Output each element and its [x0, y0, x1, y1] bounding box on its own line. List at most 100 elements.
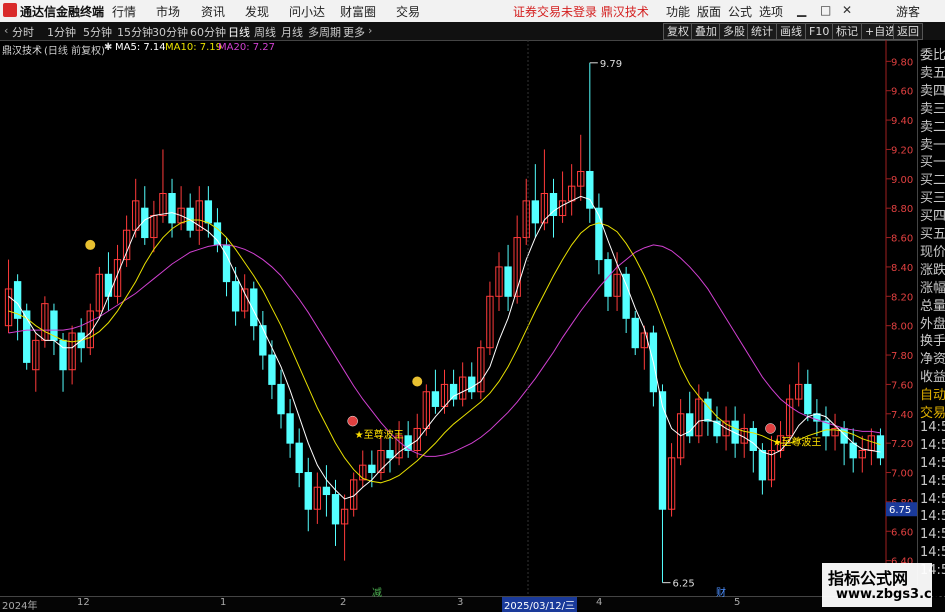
menu-layout[interactable]: 版面 — [697, 3, 721, 20]
candle-body — [277, 383, 285, 415]
side-panel-item: 涨幅 — [920, 280, 945, 296]
tab-1min[interactable]: 1分钟 — [47, 24, 76, 40]
menu-news[interactable]: 资讯 — [201, 3, 225, 20]
kline-chart[interactable]: 9.80 9.60 9.40 9.20 9.00 8.80 8.60 8.40 8.20 8.00… — [0, 40, 917, 596]
price-tick-label: 9.00 — [891, 175, 913, 186]
tab-5min[interactable]: 5分钟 — [83, 24, 112, 40]
settings-icon[interactable]: ✱ — [104, 42, 112, 53]
minimize-icon[interactable]: ▁ — [797, 3, 806, 17]
mark-button[interactable]: 标记 — [832, 23, 862, 40]
side-panel-item: 涨跌 — [920, 262, 945, 278]
chart-mode: (日线 前复权) — [44, 46, 105, 57]
tab-intraday[interactable]: 分时 — [12, 24, 34, 40]
current-price-label: 6.75 — [889, 505, 911, 516]
menu-options[interactable]: 选项 — [759, 3, 783, 20]
finance-mark: 财 — [716, 588, 726, 599]
date-label: 2024年 — [2, 601, 38, 612]
tab-daily[interactable]: 日线 — [228, 24, 250, 40]
menu-function[interactable]: 功能 — [666, 3, 690, 20]
adjust-button[interactable]: 复权 — [663, 23, 693, 40]
date-label: 5 — [734, 597, 741, 608]
money-bag-icon — [412, 376, 423, 387]
side-panel-item[interactable]: 自动 — [920, 384, 945, 403]
login-notice[interactable]: 证券交易未登录 鼎汉技术 — [513, 3, 649, 20]
tab-multi-period[interactable]: 多周期 — [308, 24, 341, 40]
price-tick-label: 8.80 — [891, 204, 913, 215]
price-tick-label: 9.80 — [891, 57, 913, 68]
tab-more[interactable]: 更多 — [343, 24, 365, 40]
candle-body — [749, 427, 757, 451]
f10-button[interactable]: F10 — [805, 23, 834, 40]
side-panel-item: 14:56 — [920, 437, 945, 453]
back-button[interactable]: 返回 — [893, 23, 923, 40]
side-panel-item: 14:56 — [920, 455, 945, 471]
menu-market[interactable]: 市场 — [156, 3, 180, 20]
ma5-line — [8, 195, 881, 500]
candle-body — [331, 494, 340, 525]
date-label: 1 — [220, 597, 227, 608]
ma20-line — [8, 244, 881, 457]
side-panel-item: 14:56 — [920, 545, 945, 561]
candle-body — [549, 193, 558, 217]
tab-15min[interactable]: 15分钟 — [117, 24, 153, 40]
candle-body — [758, 449, 767, 481]
side-panel-item: 14:56 — [920, 491, 945, 507]
candle-body — [368, 464, 376, 474]
draw-line-button[interactable]: 画线 — [776, 23, 806, 40]
tab-weekly[interactable]: 周线 — [254, 24, 276, 40]
reduce-mark: 减 — [372, 588, 382, 599]
tab-60min[interactable]: 60分钟 — [190, 24, 226, 40]
quote-side-panel: 委比 卖五 卖四 卖三 卖二 卖一 买一 买二 买三 买四 买五 现价 涨跌 涨幅 总量 外盘 换手 净资 收益 自动… — [917, 40, 945, 585]
side-panel-item: 买二 — [920, 173, 945, 189]
menu-formula[interactable]: 公式 — [728, 3, 752, 20]
price-tick-label: 9.40 — [891, 116, 913, 127]
ma5-label: MA5: 7.14 — [115, 42, 166, 53]
side-panel-item: 卖一 — [920, 137, 945, 153]
watermark-url: www.zbgs3.com — [836, 587, 945, 602]
menu-wealth[interactable]: 财富圈 — [340, 3, 376, 20]
candle-body — [704, 398, 712, 422]
side-panel-item: 外盘 — [920, 316, 945, 332]
menu-quotes[interactable]: 行情 — [112, 3, 136, 20]
candle-body — [286, 413, 294, 444]
maximize-icon[interactable]: □ — [820, 3, 831, 17]
overlay-button[interactable]: 叠加 — [691, 23, 721, 40]
stats-button[interactable]: 统计 — [747, 23, 777, 40]
tab-30min[interactable]: 30分钟 — [152, 24, 188, 40]
low-price-label: 6.25 — [672, 579, 694, 590]
tab-monthly[interactable]: 月线 — [281, 24, 303, 40]
side-panel-item: 现价 — [920, 244, 945, 260]
candle-body — [204, 200, 213, 224]
guest-button[interactable]: 游客 — [896, 3, 920, 20]
candle-body — [404, 435, 412, 451]
price-tick-label: 7.40 — [891, 410, 913, 421]
price-tick-label: 8.40 — [891, 263, 913, 274]
multi-stock-button[interactable]: 多股 — [719, 23, 749, 40]
candle-body — [631, 317, 639, 349]
date-axis: 2024年 12 1 2 3 2025/03/12/三 4 5 减 财 — [0, 588, 945, 612]
signal-ball-icon — [765, 423, 776, 434]
chevron-left-icon[interactable]: ‹ — [4, 24, 8, 37]
chevron-right-icon[interactable]: › — [368, 24, 372, 37]
candle-body — [295, 442, 303, 474]
close-icon[interactable]: ✕ — [842, 3, 852, 17]
price-tick-label: 8.20 — [891, 292, 913, 303]
side-panel-item: 卖二 — [920, 119, 945, 135]
menu-ask[interactable]: 问小达 — [289, 3, 325, 20]
candle-body — [59, 339, 67, 371]
menu-discover[interactable]: 发现 — [245, 3, 269, 20]
side-panel-item: 卖五 — [920, 65, 945, 81]
side-panel-item[interactable]: 交易 — [920, 402, 945, 421]
candle-body — [804, 383, 812, 415]
candle-body — [713, 420, 721, 437]
watermark: 指标公式网 www.zbgs3.com — [822, 563, 945, 607]
menu-trade[interactable]: 交易 — [396, 3, 420, 20]
signal-ball-icon — [347, 415, 358, 427]
ma20-label: MA20: 7.27 — [218, 42, 276, 53]
side-panel-item: 买四 — [920, 209, 945, 225]
side-panel-item: 收益 — [920, 370, 945, 386]
side-panel-item: 14:56 — [920, 527, 945, 543]
price-tick-label: 8.60 — [891, 234, 913, 245]
candle-body — [658, 391, 667, 510]
price-tick-label: 7.00 — [891, 469, 913, 480]
